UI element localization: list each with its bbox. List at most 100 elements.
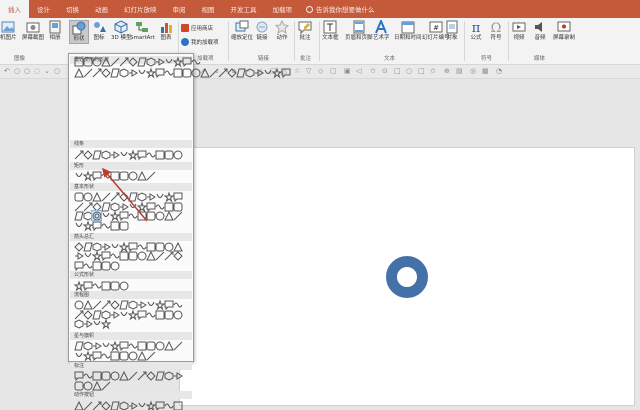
shape-option[interactable] [235, 68, 246, 77]
shape-option[interactable] [191, 68, 200, 77]
circle-icon[interactable]: ○ [14, 67, 20, 75]
shape-option[interactable] [146, 202, 155, 212]
zoom-button[interactable]: 缩放定位 [231, 20, 253, 42]
shape-option[interactable] [101, 192, 110, 201]
shape-option[interactable] [281, 68, 290, 78]
shape-option[interactable] [128, 242, 137, 252]
shape-option[interactable] [92, 261, 101, 270]
shape-option[interactable] [92, 371, 101, 380]
shape-option[interactable] [119, 341, 128, 351]
shape-option[interactable] [82, 219, 93, 231]
shape-option[interactable] [155, 211, 164, 220]
shape-option[interactable] [74, 351, 83, 360]
shape-option[interactable] [92, 68, 101, 77]
shape-option[interactable] [83, 281, 92, 291]
shape-option[interactable] [119, 351, 128, 360]
online-pictures-button[interactable]: 机图片 [0, 20, 17, 42]
shape-option[interactable] [74, 251, 84, 260]
tab-design[interactable]: 设计 [29, 0, 58, 18]
shape-option[interactable] [100, 67, 111, 78]
shape-option[interactable] [173, 300, 182, 309]
shape-option[interactable] [128, 68, 138, 77]
shape-option[interactable] [127, 192, 138, 201]
shape-option[interactable] [119, 211, 128, 221]
shape-option[interactable] [119, 310, 128, 319]
tab-slideshow[interactable]: 幻灯片放映 [116, 0, 165, 18]
shape-option[interactable] [164, 401, 173, 410]
shape-option[interactable] [83, 192, 92, 201]
shape-option[interactable] [83, 210, 92, 221]
tell-me-search[interactable]: 告诉我你想要做什么 [306, 0, 375, 18]
shape-option[interactable] [92, 401, 101, 410]
shape-option[interactable] [73, 279, 84, 291]
action-button[interactable]: 动作 [275, 20, 289, 42]
shape-option[interactable] [92, 300, 101, 309]
shape-option[interactable] [119, 171, 128, 180]
shape-option[interactable] [154, 371, 165, 380]
shape-option[interactable] [74, 300, 83, 309]
shape-option[interactable] [155, 68, 164, 78]
shape-option[interactable] [83, 340, 92, 351]
shape-option[interactable] [146, 341, 155, 350]
shape-option[interactable] [74, 150, 83, 159]
shape-option[interactable] [101, 309, 110, 320]
shape-option[interactable] [173, 401, 182, 410]
shape-option[interactable] [128, 351, 137, 360]
shape-option[interactable] [83, 371, 92, 380]
shape-option[interactable] [163, 340, 174, 350]
shape-option[interactable] [155, 192, 164, 201]
comment-button[interactable]: 批注 [298, 20, 312, 42]
shape-option[interactable] [110, 242, 119, 251]
circle-icon[interactable]: ○ [54, 67, 60, 75]
shape-option[interactable] [91, 201, 102, 212]
shape-option[interactable] [101, 351, 110, 360]
shape-option[interactable] [74, 202, 83, 211]
shape-option[interactable] [73, 400, 84, 410]
shape-option[interactable] [82, 309, 93, 320]
shape-option[interactable] [83, 319, 93, 328]
shape-option[interactable] [83, 202, 92, 211]
shape-option[interactable] [173, 202, 182, 211]
donut-shape-option[interactable] [91, 210, 102, 221]
shape-option[interactable] [101, 251, 110, 261]
undo-icon[interactable]: ↶ [4, 67, 10, 75]
shape-option[interactable] [91, 249, 102, 261]
date-time-button[interactable]: 日期和时间 [394, 20, 422, 42]
shape-option[interactable] [92, 351, 101, 361]
square-icon[interactable]: □ [394, 67, 401, 75]
circle-icon[interactable]: ◎ [470, 67, 476, 75]
screen-recording-button[interactable]: 屏幕录制 [553, 20, 575, 42]
shape-option[interactable] [73, 241, 84, 252]
shape-option[interactable] [128, 251, 137, 260]
shape-option[interactable] [74, 318, 83, 329]
shape-option[interactable] [137, 211, 146, 220]
shape-option[interactable] [83, 68, 92, 77]
shape-option[interactable] [101, 381, 110, 390]
shape-option[interactable] [110, 281, 119, 290]
shape-option[interactable] [109, 401, 120, 410]
shape-option[interactable] [83, 251, 92, 260]
shape-option[interactable] [164, 202, 173, 211]
shape-option[interactable] [218, 68, 227, 77]
circle-icon[interactable]: ○ [24, 67, 30, 75]
shape-option[interactable] [91, 191, 102, 201]
shape-option[interactable] [164, 242, 173, 251]
shape-option[interactable] [164, 370, 173, 381]
tab-view[interactable]: 视图 [194, 0, 223, 18]
shape-option[interactable] [209, 68, 218, 77]
shape-option[interactable] [101, 211, 110, 220]
shape-option[interactable] [127, 308, 138, 320]
shape-option[interactable] [83, 401, 92, 410]
shape-option[interactable] [226, 67, 237, 78]
circle-icon[interactable]: ○ [406, 67, 412, 75]
shape-option[interactable] [155, 150, 164, 159]
shape-option[interactable] [119, 57, 128, 66]
shape-option[interactable] [146, 300, 155, 309]
shape-option[interactable] [155, 202, 164, 211]
icons-button[interactable]: 图标 [92, 20, 106, 42]
shape-option[interactable] [164, 150, 173, 159]
shape-option[interactable] [145, 250, 156, 260]
shape-icon[interactable]: ⊕ [444, 67, 450, 75]
shape-option[interactable] [173, 211, 182, 220]
shape-option[interactable] [109, 68, 120, 77]
